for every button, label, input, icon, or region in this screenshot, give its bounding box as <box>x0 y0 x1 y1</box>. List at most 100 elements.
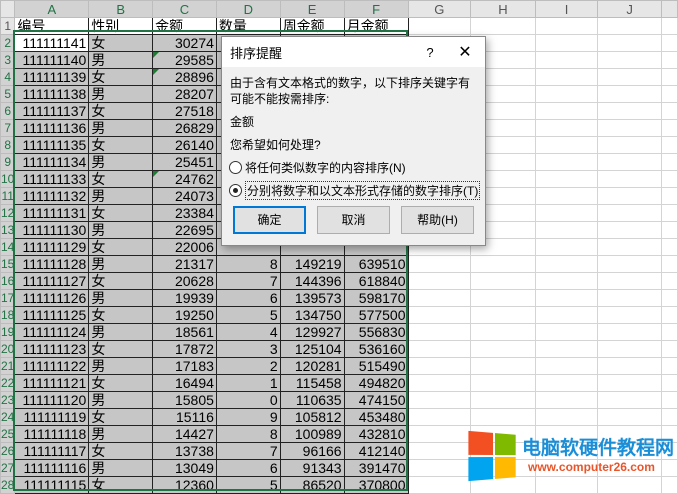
cell[interactable]: 8 <box>215 425 281 443</box>
cell[interactable] <box>534 289 599 307</box>
cell[interactable] <box>597 51 662 69</box>
cell[interactable]: 女 <box>88 68 154 86</box>
cell[interactable] <box>407 425 472 443</box>
cell[interactable]: 19939 <box>152 289 217 307</box>
column-header-A[interactable]: A <box>14 0 90 18</box>
cell[interactable]: 474150 <box>343 391 409 409</box>
cell[interactable] <box>470 357 536 375</box>
cell[interactable]: 28207 <box>152 85 217 103</box>
cell[interactable] <box>597 119 662 137</box>
cell[interactable] <box>597 102 662 120</box>
cell[interactable]: 111111140 <box>14 51 90 69</box>
cell[interactable]: 22006 <box>152 238 217 256</box>
cell[interactable]: 25451 <box>152 153 217 171</box>
cell[interactable] <box>470 289 536 307</box>
row-header-17[interactable]: 17 <box>0 289 16 307</box>
cell[interactable]: 111111137 <box>14 102 90 120</box>
cell[interactable] <box>534 255 599 273</box>
cell[interactable] <box>534 357 599 375</box>
cell[interactable] <box>597 34 662 52</box>
cell[interactable] <box>407 357 472 375</box>
cell[interactable]: 13049 <box>152 459 217 477</box>
row-header-3[interactable]: 3 <box>0 51 16 69</box>
column-header-J[interactable]: J <box>597 0 662 18</box>
cell[interactable]: 男 <box>88 119 154 137</box>
cell[interactable]: 20628 <box>152 272 217 290</box>
column-header-H[interactable]: H <box>470 0 536 18</box>
cell[interactable] <box>407 459 472 477</box>
help-button[interactable]: 帮助(H) <box>401 206 474 234</box>
cell[interactable]: 女 <box>88 170 154 188</box>
cell[interactable] <box>534 374 599 392</box>
cell[interactable] <box>407 255 472 273</box>
radio-checked-icon[interactable] <box>229 183 242 197</box>
row-header-12[interactable]: 12 <box>0 204 16 222</box>
cell[interactable]: 111111121 <box>14 374 90 392</box>
option-sort-separately[interactable]: 分别将数字和以文本形式存储的数字排序(T) <box>229 180 485 200</box>
cell[interactable] <box>597 289 662 307</box>
row-header-22[interactable]: 22 <box>0 374 16 392</box>
cell[interactable]: 0 <box>215 391 281 409</box>
cell[interactable] <box>407 272 472 290</box>
cell[interactable] <box>660 85 678 103</box>
cell[interactable]: 111111139 <box>14 68 90 86</box>
cell[interactable]: 14427 <box>152 425 217 443</box>
cell[interactable] <box>660 340 678 358</box>
cell[interactable] <box>597 357 662 375</box>
cell[interactable] <box>534 51 599 69</box>
row-header-5[interactable]: 5 <box>0 85 16 103</box>
cell[interactable]: 598170 <box>343 289 409 307</box>
cell[interactable]: 1 <box>215 374 281 392</box>
cell[interactable]: 18561 <box>152 323 217 341</box>
cell[interactable]: 男 <box>88 255 154 273</box>
cell[interactable] <box>597 323 662 341</box>
cell[interactable]: 9 <box>215 408 281 426</box>
cell[interactable]: 111111136 <box>14 119 90 137</box>
cell[interactable]: 女 <box>88 102 154 120</box>
cell[interactable] <box>660 68 678 86</box>
cell[interactable]: 536160 <box>343 340 409 358</box>
cell[interactable]: 30274 <box>152 34 217 52</box>
cell[interactable] <box>534 221 599 239</box>
cell[interactable]: 639510 <box>343 255 409 273</box>
cell[interactable] <box>534 187 599 205</box>
cell[interactable]: 15805 <box>152 391 217 409</box>
cell[interactable]: 男 <box>88 323 154 341</box>
cell[interactable] <box>660 102 678 120</box>
cell[interactable]: 6 <box>215 289 281 307</box>
cell[interactable] <box>660 17 678 35</box>
cell[interactable] <box>534 119 599 137</box>
cell[interactable]: 111111118 <box>14 425 90 443</box>
cell[interactable] <box>407 374 472 392</box>
help-icon[interactable]: ? <box>415 45 445 60</box>
cell[interactable] <box>534 17 599 35</box>
cell[interactable]: 149219 <box>279 255 345 273</box>
cell[interactable] <box>534 204 599 222</box>
cell[interactable] <box>660 255 678 273</box>
row-header-2[interactable]: 2 <box>0 34 16 52</box>
column-header-C[interactable]: C <box>152 0 217 18</box>
row-header-23[interactable]: 23 <box>0 391 16 409</box>
cell[interactable] <box>534 136 599 154</box>
cell[interactable]: 432810 <box>343 425 409 443</box>
cell[interactable]: 男 <box>88 153 154 171</box>
row-header-11[interactable]: 11 <box>0 187 16 205</box>
cell[interactable] <box>660 238 678 256</box>
cell[interactable] <box>597 170 662 188</box>
cell[interactable] <box>660 153 678 171</box>
cell[interactable] <box>534 408 599 426</box>
cell[interactable]: 111111116 <box>14 459 90 477</box>
cell[interactable]: 125104 <box>279 340 345 358</box>
header-cell[interactable]: 金额 <box>152 17 217 35</box>
cell[interactable] <box>597 374 662 392</box>
cell[interactable]: 16494 <box>152 374 217 392</box>
cell[interactable] <box>660 170 678 188</box>
cell[interactable] <box>597 136 662 154</box>
row-header-24[interactable]: 24 <box>0 408 16 426</box>
row-header-18[interactable]: 18 <box>0 306 16 324</box>
option-sort-as-number[interactable]: 将任何类似数字的内容排序(N) <box>229 157 485 177</box>
cell[interactable]: 111111126 <box>14 289 90 307</box>
cell[interactable]: 144396 <box>279 272 345 290</box>
cell[interactable]: 577500 <box>343 306 409 324</box>
cell[interactable] <box>407 391 472 409</box>
